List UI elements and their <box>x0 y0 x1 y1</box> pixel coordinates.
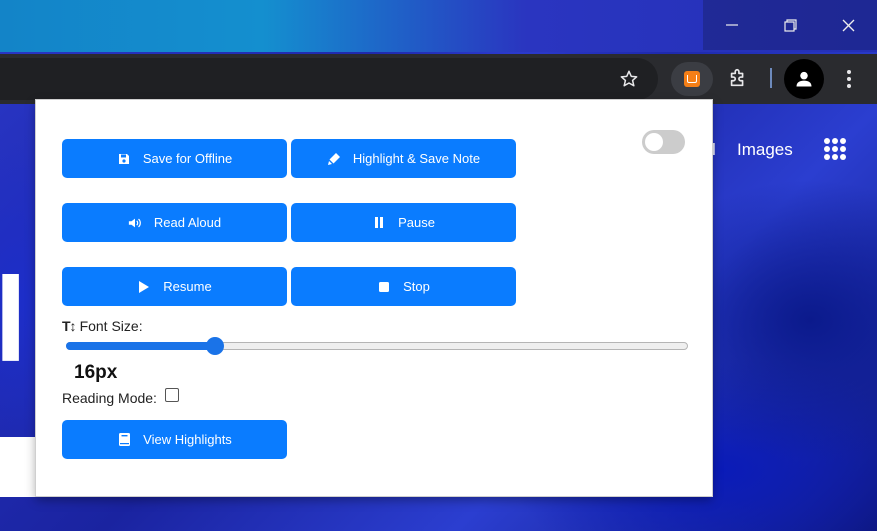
book-icon <box>117 433 131 447</box>
pen-icon <box>327 152 341 166</box>
puzzle-icon[interactable] <box>724 64 752 92</box>
save-offline-button[interactable]: Save for Offline <box>62 139 287 178</box>
close-button[interactable] <box>819 0 877 50</box>
resume-button[interactable]: Resume <box>62 267 287 306</box>
highlight-save-note-label: Highlight & Save Note <box>352 151 481 166</box>
pause-button[interactable]: Pause <box>291 203 516 242</box>
close-icon <box>842 19 854 31</box>
font-size-label: Font Size: <box>79 318 143 334</box>
stop-icon <box>377 280 391 294</box>
minimize-button[interactable] <box>703 0 761 50</box>
restore-button[interactable] <box>761 0 819 50</box>
toolbar-separator <box>770 68 772 88</box>
speaker-icon <box>128 216 142 230</box>
profile-avatar[interactable] <box>784 59 824 99</box>
extension-popup: Save for Offline Highlight & Save Note R… <box>36 100 712 496</box>
apps-grid-icon[interactable] <box>824 138 846 160</box>
stop-label: Stop <box>403 279 430 294</box>
profile-icon <box>796 71 812 87</box>
view-highlights-label: View Highlights <box>143 432 232 447</box>
font-size-icon: T↕ <box>62 318 77 334</box>
address-bar[interactable] <box>0 58 658 100</box>
font-size-label-row: T↕ Font Size: <box>62 318 143 334</box>
page-link-fragment[interactable]: l <box>712 140 716 160</box>
read-aloud-button[interactable]: Read Aloud <box>62 203 287 242</box>
play-icon <box>137 280 151 294</box>
pause-icon <box>372 216 386 230</box>
pause-label: Pause <box>398 215 435 230</box>
resume-label: Resume <box>163 279 212 294</box>
highlight-save-note-button[interactable]: Highlight & Save Note <box>291 139 516 178</box>
font-size-slider-thumb[interactable] <box>206 337 225 355</box>
font-size-value: 16px <box>74 362 118 383</box>
save-icon <box>117 152 131 166</box>
read-aloud-label: Read Aloud <box>153 215 222 230</box>
menu-icon[interactable] <box>837 64 861 94</box>
page-search-area-fragment <box>0 437 37 497</box>
reading-mode-label: Reading Mode: <box>62 390 157 406</box>
star-icon[interactable] <box>616 66 642 92</box>
extension-icon <box>684 71 700 87</box>
minimize-icon <box>726 24 738 26</box>
reader-extension-button[interactable] <box>671 62 713 96</box>
page-logo-fragment: l <box>0 253 28 387</box>
save-offline-label: Save for Offline <box>142 151 233 166</box>
window-controls <box>703 0 877 50</box>
restore-icon <box>783 18 797 32</box>
font-size-slider-fill <box>66 342 216 350</box>
popup-toggle-switch[interactable] <box>642 130 685 154</box>
stop-button[interactable]: Stop <box>291 267 516 306</box>
reading-mode-checkbox[interactable] <box>164 388 179 402</box>
reading-mode-row: Reading Mode: <box>62 388 179 406</box>
toggle-knob <box>645 133 663 151</box>
view-highlights-button[interactable]: View Highlights <box>62 420 287 459</box>
images-link[interactable]: Images <box>737 140 793 160</box>
